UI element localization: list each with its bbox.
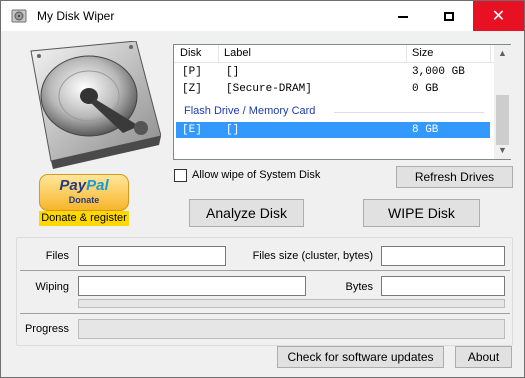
- files-size-field[interactable]: [381, 246, 505, 266]
- close-button[interactable]: ✕: [473, 1, 524, 31]
- hard-disk-image: [30, 41, 161, 169]
- drive-row-selected[interactable]: [E] [] 8 GB: [176, 122, 490, 138]
- wiping-label: Wiping: [35, 281, 69, 293]
- refresh-drives-button[interactable]: Refresh Drives: [396, 166, 513, 188]
- about-button[interactable]: About: [455, 346, 512, 368]
- overall-progress-bar: [78, 319, 505, 339]
- app-window: My Disk Wiper ✕ PayPal Donate Donate & r…: [0, 0, 525, 378]
- title-bar[interactable]: My Disk Wiper ✕: [1, 1, 524, 31]
- files-size-label: Files size (cluster, bytes): [252, 250, 373, 262]
- column-divider[interactable]: [218, 45, 219, 63]
- paypal-donate-button[interactable]: PayPal Donate: [39, 174, 129, 211]
- column-header-label[interactable]: Label: [224, 47, 251, 59]
- bytes-field[interactable]: [381, 276, 505, 296]
- drive-label: []: [226, 66, 240, 78]
- vertical-scrollbar[interactable]: ▲ ▼: [494, 45, 511, 159]
- drive-letter: [E]: [182, 124, 202, 136]
- analyze-disk-button[interactable]: Analyze Disk: [189, 199, 304, 227]
- column-header-size[interactable]: Size: [412, 47, 433, 59]
- column-divider[interactable]: [406, 45, 407, 63]
- maximize-icon: [444, 11, 454, 21]
- wiping-field[interactable]: [78, 276, 306, 296]
- divider: [20, 270, 510, 271]
- allow-system-wipe-checkbox[interactable]: [174, 169, 187, 182]
- drive-size: 0 GB: [412, 83, 439, 95]
- window-title: My Disk Wiper: [37, 9, 115, 23]
- scroll-thumb[interactable]: [496, 95, 509, 145]
- drive-size: 8 GB: [412, 124, 439, 136]
- bytes-label: Bytes: [345, 281, 373, 293]
- wipe-disk-button[interactable]: WIPE Disk: [363, 199, 480, 227]
- check-updates-button[interactable]: Check for software updates: [277, 346, 444, 368]
- scroll-down-icon[interactable]: ▼: [494, 142, 511, 159]
- column-divider[interactable]: [490, 45, 491, 63]
- drive-letter: [P]: [182, 66, 202, 78]
- divider: [20, 313, 510, 314]
- drive-label: [Secure-DRAM]: [226, 83, 312, 95]
- paypal-logo: PayPal: [59, 177, 109, 194]
- wiping-progress-bar: [78, 299, 505, 308]
- drive-row[interactable]: [Z] [Secure-DRAM] 0 GB: [176, 81, 490, 97]
- paypal-donate-text: Donate: [68, 195, 100, 205]
- column-header-disk[interactable]: Disk: [180, 47, 201, 59]
- drive-label: []: [226, 124, 240, 136]
- drive-letter: [Z]: [182, 83, 202, 95]
- minimize-button[interactable]: [380, 1, 426, 31]
- files-label: Files: [45, 250, 69, 262]
- list-header: Disk Label Size: [174, 45, 494, 63]
- minimize-icon: [398, 16, 408, 18]
- disk-app-icon: [11, 9, 27, 23]
- files-field[interactable]: [78, 246, 226, 266]
- progress-label: Progress: [24, 323, 69, 335]
- group-divider: [334, 112, 484, 113]
- drive-size: 3,000 GB: [412, 66, 465, 78]
- drive-list[interactable]: Disk Label Size [P] [] 3,000 GB [Z] [Sec…: [173, 44, 511, 160]
- group-header-flash-drive: Flash Drive / Memory Card: [184, 105, 316, 117]
- donate-register-link[interactable]: Donate & register: [39, 211, 129, 226]
- drive-row[interactable]: [P] [] 3,000 GB: [176, 64, 490, 80]
- scroll-up-icon[interactable]: ▲: [494, 45, 511, 62]
- allow-system-wipe-label[interactable]: Allow wipe of System Disk: [192, 169, 320, 181]
- maximize-button[interactable]: [426, 1, 472, 31]
- close-icon: ✕: [491, 6, 506, 25]
